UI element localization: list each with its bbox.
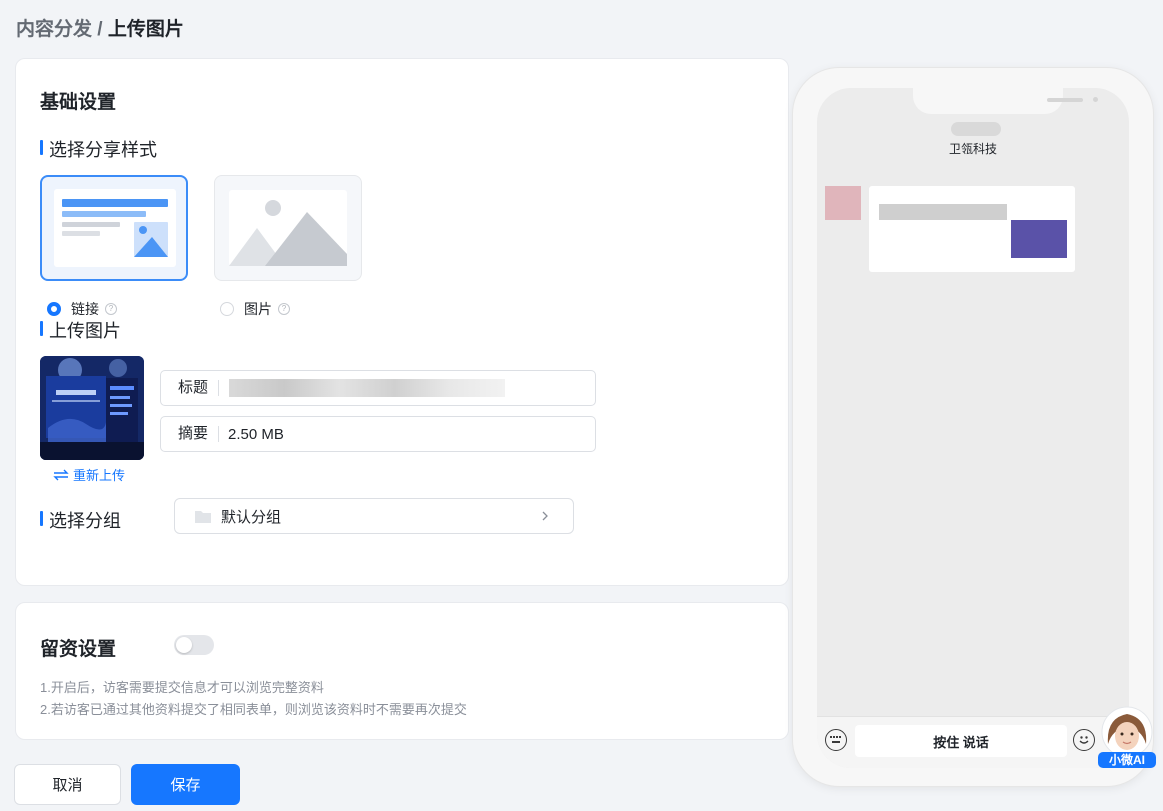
breadcrumb-parent[interactable]: 内容分发: [16, 19, 92, 40]
group-select-value: 默认分组: [221, 508, 282, 526]
summary-field[interactable]: 摘要 2.50 MB: [160, 416, 596, 452]
reupload-button[interactable]: 重新上传: [53, 465, 125, 484]
radio-link-label: 链接: [71, 301, 99, 317]
lead-settings-toggle[interactable]: [174, 635, 214, 655]
keyboard-icon[interactable]: [825, 729, 847, 751]
link-style-illustration: [54, 189, 176, 267]
image-style-illustration: [229, 190, 347, 266]
help-icon[interactable]: ?: [278, 303, 290, 315]
basic-settings-title: 基础设置: [40, 92, 117, 113]
emoji-icon[interactable]: [1073, 729, 1095, 751]
radio-image[interactable]: 图片 ?: [220, 299, 290, 319]
keyboard-glyph: [830, 736, 841, 743]
speaker-grille: [1047, 98, 1083, 102]
save-button[interactable]: 保存: [131, 764, 240, 805]
chat-name: 卫瓴科技: [948, 142, 997, 156]
ai-label: 小微AI: [1108, 753, 1145, 767]
event-photo: [40, 356, 144, 460]
style-card-link[interactable]: [40, 175, 188, 281]
sender-avatar-redacted: [825, 186, 861, 220]
share-style-label: 选择分享样式: [40, 136, 157, 162]
smile-glyph: [1079, 736, 1089, 744]
message-bubble-redacted: [825, 186, 1079, 272]
title-field[interactable]: 标题: [160, 370, 596, 406]
radio-image-label: 图片: [244, 301, 272, 317]
radio-image-dot[interactable]: [220, 302, 234, 316]
help-icon[interactable]: ?: [105, 303, 117, 315]
breadcrumb-separator: /: [92, 19, 108, 40]
group-label: 选择分组: [40, 507, 121, 533]
upload-image-label: 上传图片: [40, 317, 121, 343]
radio-link[interactable]: 链接 ?: [47, 299, 117, 319]
breadcrumb-current: 上传图片: [107, 19, 184, 40]
bubble-line-redacted: [879, 204, 1007, 220]
title-field-label: 标题: [161, 380, 220, 396]
cancel-button[interactable]: 取消: [14, 764, 121, 805]
swap-icon: [53, 469, 69, 480]
summary-field-value: 2.50 MB: [228, 425, 284, 443]
lead-settings-card: [15, 602, 789, 740]
lead-note-2: 2.若访客已通过其他资料提交了相同表单，则浏览该资料时不需要再次提交: [40, 702, 467, 717]
group-select[interactable]: 默认分组: [174, 498, 574, 534]
chevron-right-icon: [542, 511, 548, 521]
uploaded-image-thumbnail: [40, 356, 144, 460]
chat-input-bar: 按住 说话: [817, 716, 1129, 768]
folder-icon: [195, 510, 211, 523]
title-field-value-redacted: [229, 379, 505, 397]
lead-settings-title: 留资设置: [40, 639, 117, 660]
camera-dot: [1093, 97, 1098, 102]
radio-link-dot[interactable]: [47, 302, 61, 316]
hold-to-talk-button[interactable]: 按住 说话: [855, 725, 1067, 757]
reupload-label: 重新上传: [73, 468, 126, 483]
bubble-thumb-redacted: [1011, 220, 1067, 258]
phone-notch: [913, 88, 1098, 114]
ai-assistant-button[interactable]: 小微AI: [1096, 704, 1158, 770]
avatar-redacted: [951, 122, 1001, 136]
style-card-image[interactable]: [214, 175, 362, 281]
phone-preview: 卫瓴科技 按住 说话: [789, 64, 1163, 790]
summary-field-label: 摘要: [161, 426, 220, 442]
phone-frame: 卫瓴科技 按住 说话: [793, 68, 1153, 786]
lead-note-1: 1.开启后，访客需要提交信息才可以浏览完整资料: [40, 680, 324, 695]
breadcrumb: 内容分发 / 上传图片: [16, 14, 184, 41]
phone-screen: 卫瓴科技 按住 说话: [817, 88, 1129, 768]
